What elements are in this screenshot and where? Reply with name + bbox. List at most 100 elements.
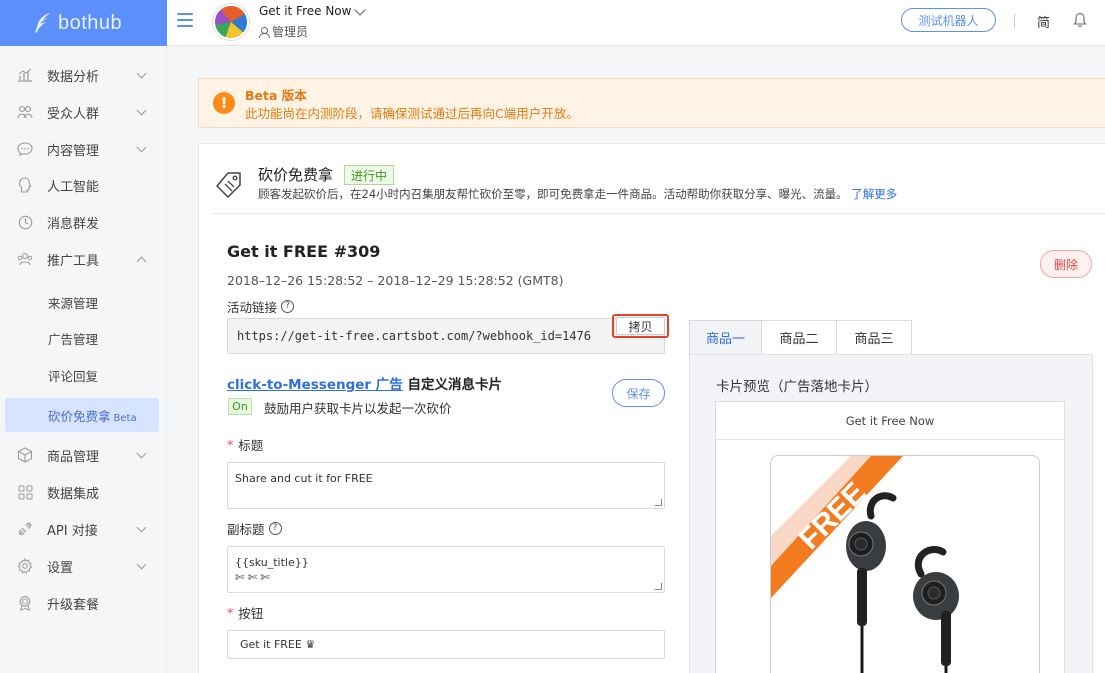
chat-icon: [17, 141, 33, 157]
gear-icon: [17, 558, 33, 574]
button-value: Get it FREE ♛: [240, 638, 316, 651]
ctm-toggle[interactable]: On: [228, 398, 252, 415]
sidebar-item-label: 数据集成: [47, 486, 100, 502]
beta-badge: Beta: [113, 412, 137, 424]
ctm-section-title: click-to-Messenger 广告 自定义消息卡片: [227, 373, 502, 393]
sidebar-item-label: 升级套餐: [47, 597, 100, 613]
chevron-down-icon[interactable]: [354, 4, 366, 16]
sidebar-item-integration[interactable]: 数据集成: [0, 477, 167, 507]
sidebar-item-ai[interactable]: 人工智能: [0, 170, 167, 200]
tab-product-3[interactable]: 商品三: [837, 320, 912, 355]
upgrade-icon: [17, 595, 33, 611]
ctm-title-suffix: 自定义消息卡片: [402, 377, 502, 393]
required-mark: *: [227, 437, 234, 452]
title-label-text: 标题: [238, 438, 264, 453]
chevron-down-icon: [136, 522, 147, 532]
chevron-down-icon: [136, 105, 147, 115]
button-field-label: * 按钮: [227, 603, 263, 622]
logo-text: bothub: [58, 11, 123, 34]
subtitle-label-text: 副标题: [227, 522, 265, 537]
title-field-label: * 标题: [227, 435, 263, 454]
bothub-logo[interactable]: bothub: [0, 0, 167, 46]
sidebar-item-label: 内容管理: [47, 143, 100, 159]
grid-icon: [17, 484, 33, 500]
button-text-input[interactable]: Get it FREE ♛: [227, 630, 665, 659]
beta-title: Beta 版本: [245, 88, 307, 103]
sidebar-item-products[interactable]: 商品管理: [0, 440, 167, 470]
sidebar-subitem-source[interactable]: 来源管理: [0, 288, 167, 316]
required-mark: *: [227, 605, 234, 620]
campaign-link-url: https://get-it-free.cartsbot.com/?webhoo…: [237, 329, 592, 343]
sidebar-item-content[interactable]: 内容管理: [0, 134, 167, 164]
learn-more-link[interactable]: 了解更多: [851, 187, 897, 201]
link-label-text: 活动链接: [227, 300, 278, 315]
earphones-image: FREE: [771, 456, 959, 673]
sidebar-item-label: 数据分析: [47, 69, 100, 85]
sidebar-item-audience[interactable]: 受众人群: [0, 97, 167, 127]
sidebar-item-label: API 对接: [47, 523, 98, 539]
users-icon: [17, 104, 33, 120]
feature-title: 砍价免费拿: [258, 166, 334, 184]
user-role: 管理员: [259, 23, 308, 40]
store-name[interactable]: Get it Free Now: [259, 4, 351, 18]
delete-button[interactable]: 删除: [1040, 250, 1092, 278]
help-icon[interactable]: ?: [268, 522, 282, 535]
sidebar-item-label: 受众人群: [47, 106, 100, 122]
preview-card: Get it Free Now FREE: [715, 401, 1065, 673]
sidebar-subitem-label: 砍价免费拿 Beta: [48, 406, 137, 425]
store-avatar[interactable]: [213, 4, 249, 40]
tab-product-2[interactable]: 商品二: [762, 320, 837, 355]
price-tag-icon: [216, 172, 241, 198]
ctm-link[interactable]: click-to-Messenger 广告: [227, 377, 403, 393]
sidebar-item-label: 商品管理: [47, 449, 100, 465]
tab-product-1[interactable]: 商品一: [689, 320, 762, 355]
status-badge: 进行中: [344, 165, 395, 185]
subtitle-textarea[interactable]: {{sku_title}} ✄ ✄ ✄: [227, 546, 665, 593]
copy-button[interactable]: 拷贝: [616, 317, 665, 335]
feather-icon: [35, 13, 50, 33]
preview-label: 卡片预览（广告落地卡片）: [716, 379, 878, 395]
subtitle-field-label: 副标题 ?: [227, 519, 282, 538]
sidebar-item-upgrade[interactable]: 升级套餐: [0, 588, 167, 618]
sidebar-item-promotion[interactable]: 推广工具: [0, 244, 167, 274]
sidebar-item-api[interactable]: API 对接: [0, 514, 167, 544]
sidebar-item-broadcast[interactable]: 消息群发: [0, 207, 167, 237]
ctm-toggle-description: 鼓励用户获取卡片以发起一次砍价: [264, 401, 452, 416]
box-icon: [17, 447, 33, 463]
promo-icon: [17, 251, 33, 267]
title-textarea[interactable]: Share and cut it for FREE: [227, 462, 665, 509]
campaign-link-field[interactable]: https://get-it-free.cartsbot.com/?webhoo…: [227, 318, 665, 354]
language-toggle[interactable]: 简: [1037, 12, 1050, 31]
chevron-down-icon: [136, 142, 147, 152]
preview-pane: 卡片预览（广告落地卡片） Get it Free Now FREE: [689, 354, 1093, 673]
bell-icon[interactable]: [1073, 12, 1087, 28]
resize-handle[interactable]: [655, 583, 662, 590]
chevron-up-icon: [136, 256, 147, 266]
sidebar-item-settings[interactable]: 设置: [0, 551, 167, 581]
subtitle-line-1: {{sku_title}}: [235, 556, 309, 569]
campaign-title: Get it FREE #309: [227, 242, 381, 261]
sidebar-item-analytics[interactable]: 数据分析: [0, 60, 167, 90]
api-icon: [17, 521, 33, 537]
campaign-link-label: 活动链接 ?: [227, 297, 295, 316]
chevron-down-icon: [136, 559, 147, 569]
sidebar-subitem-ads[interactable]: 广告管理: [0, 324, 167, 352]
sidebar-subitem-label: 来源管理: [48, 295, 99, 311]
main-card: 砍价免费拿 进行中 顾客发起砍价后，在24小时内召集朋友帮忙砍价至零，即可免费拿…: [198, 143, 1105, 673]
menu-toggle-icon[interactable]: [177, 13, 193, 27]
sidebar-subitem-comments[interactable]: 评论回复: [0, 361, 167, 389]
resize-handle[interactable]: [655, 499, 662, 506]
sidebar-subitem-bargain[interactable]: 砍价免费拿 Beta: [5, 398, 159, 432]
beta-text: 此功能尚在内测阶段，请确保测试通过后再向C端用户开放。: [245, 106, 579, 121]
help-icon[interactable]: ?: [281, 300, 295, 313]
chevron-down-icon: [136, 68, 147, 78]
sidebar-item-label: 人工智能: [47, 179, 100, 195]
campaign-date-range: 2018–12–26 15:28:52 – 2018–12–29 15:28:5…: [227, 273, 564, 288]
sidebar-item-label: 推广工具: [47, 253, 100, 269]
save-button[interactable]: 保存: [612, 379, 665, 407]
test-bot-button[interactable]: 测试机器人: [901, 8, 996, 32]
header-divider: [1014, 14, 1015, 28]
card-divider: [212, 213, 1105, 214]
warning-icon: !: [213, 92, 235, 114]
beta-banner: ! Beta 版本 此功能尚在内测阶段，请确保测试通过后再向C端用户开放。: [198, 78, 1105, 128]
